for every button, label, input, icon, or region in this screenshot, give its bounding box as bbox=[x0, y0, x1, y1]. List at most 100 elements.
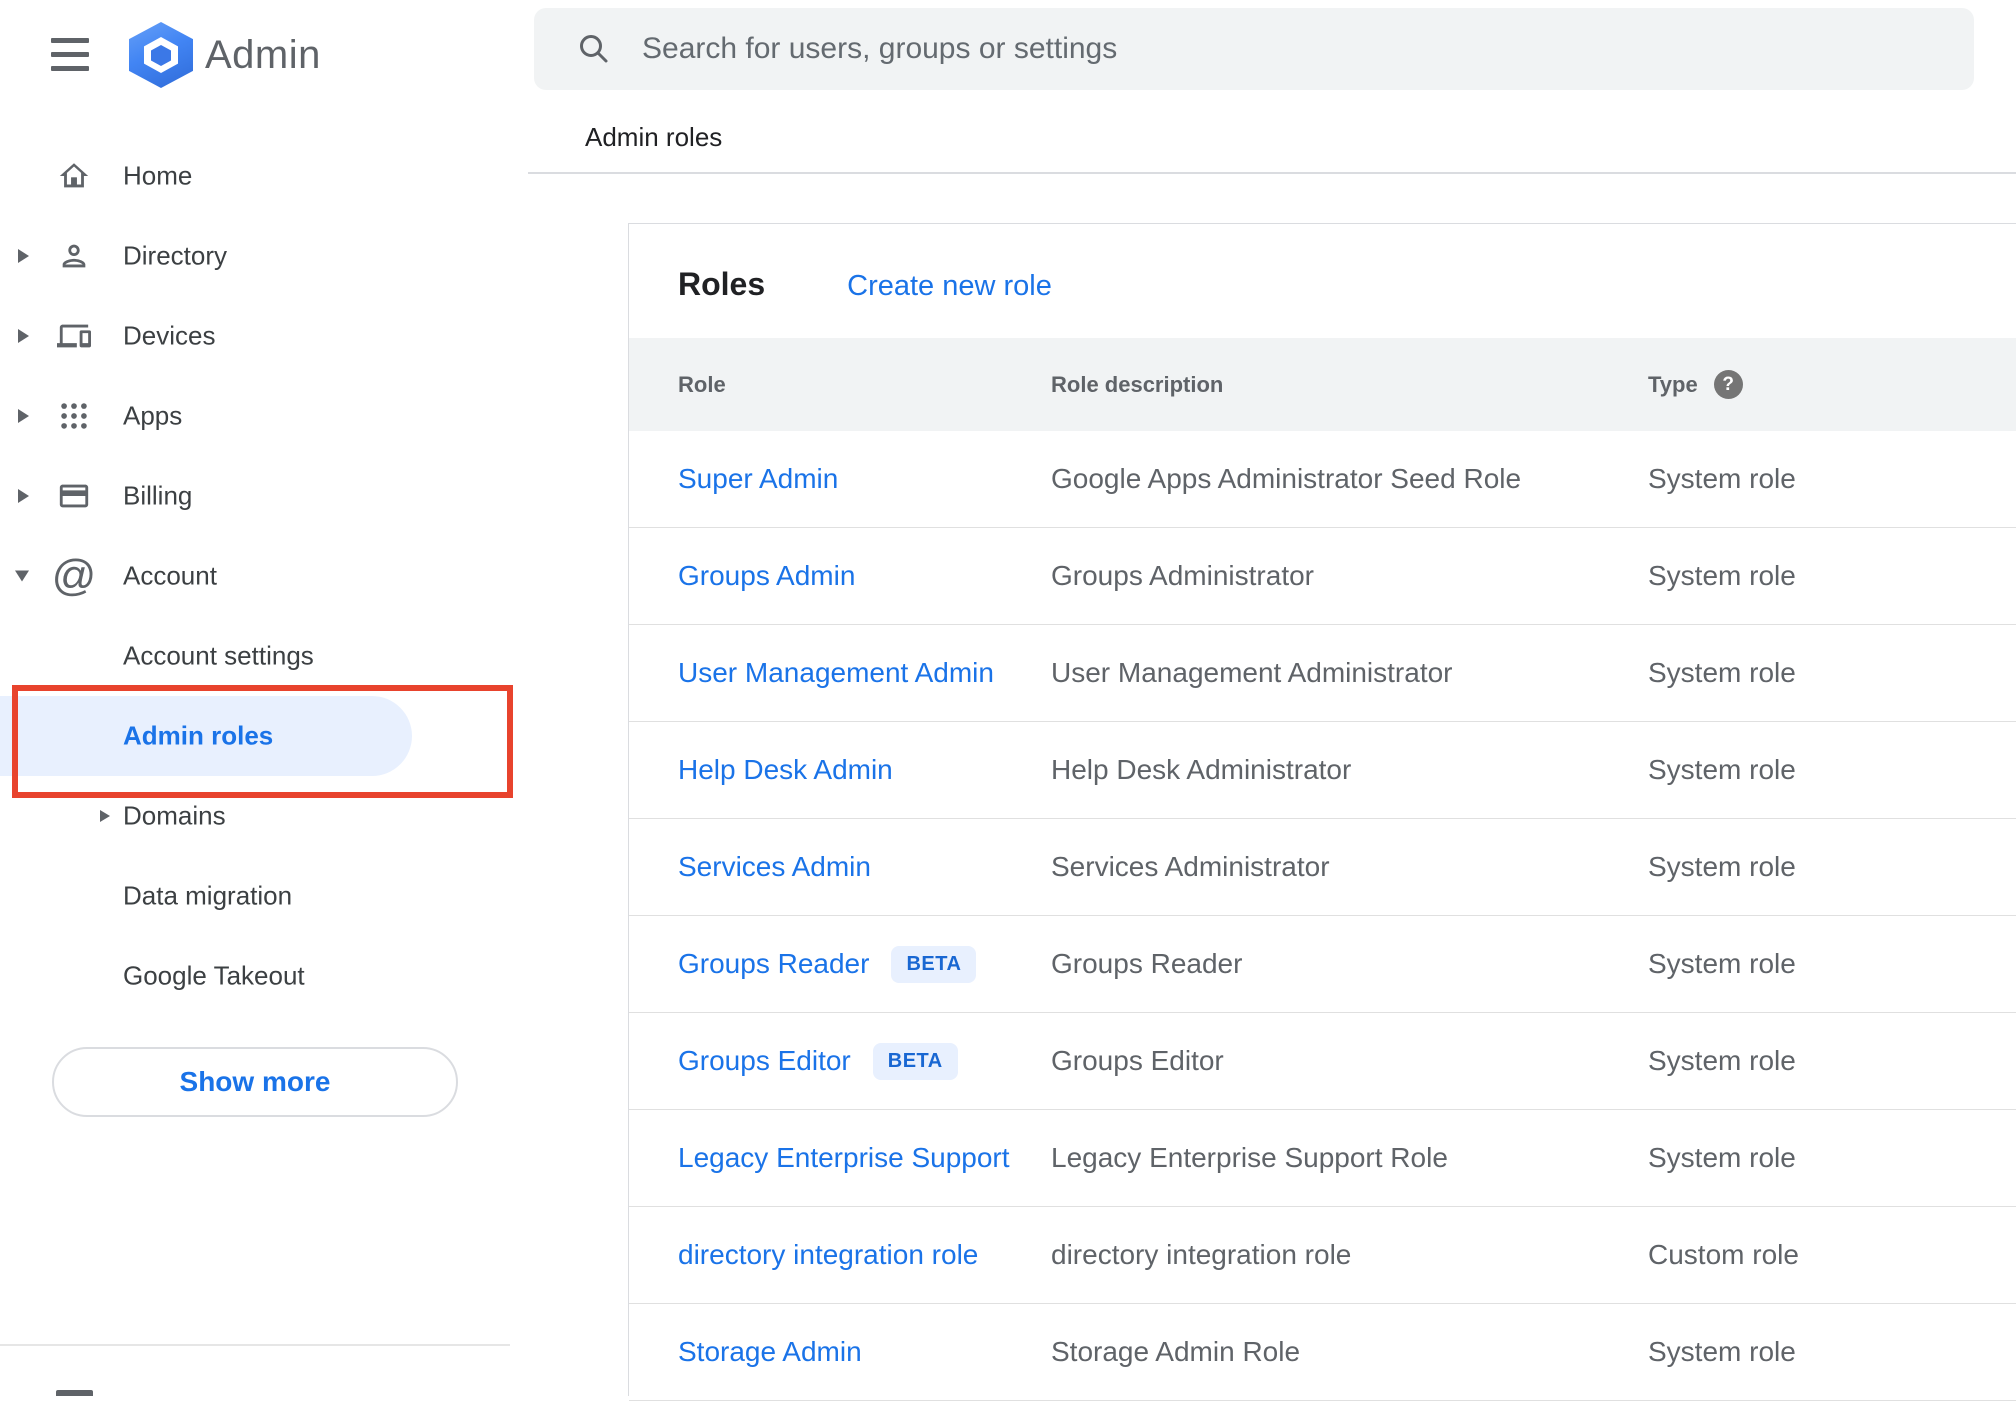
table-row: Groups Editor BETA Groups Editor System … bbox=[629, 1013, 2016, 1110]
role-type: System role bbox=[1648, 560, 1796, 591]
sidebar-item-billing[interactable]: Billing bbox=[0, 456, 528, 536]
clipped-sidebar-icon bbox=[56, 1390, 93, 1396]
sidebar-item-apps[interactable]: Apps bbox=[0, 376, 528, 456]
roles-table-body: Super Admin Google Apps Administrator Se… bbox=[629, 431, 2016, 1401]
collapse-arrow-icon[interactable] bbox=[15, 570, 29, 582]
apps-grid-icon bbox=[57, 399, 91, 433]
main-content: Admin roles Roles Create new role Role R… bbox=[528, 0, 2016, 1401]
role-type: System role bbox=[1648, 657, 1796, 688]
sidebar-item-label: Account bbox=[123, 560, 217, 591]
at-icon: @ bbox=[51, 551, 97, 600]
expand-arrow-icon[interactable] bbox=[18, 489, 29, 503]
card-header: Roles Create new role bbox=[629, 224, 2016, 338]
role-link[interactable]: Storage Admin bbox=[678, 1336, 862, 1368]
role-link[interactable]: User Management Admin bbox=[678, 657, 994, 689]
column-header-role: Role bbox=[678, 371, 726, 397]
sidebar-item-label: Billing bbox=[123, 480, 193, 511]
sidebar-item-label: Data migration bbox=[123, 880, 293, 911]
sidebar-nav: Home Directory Devices Apps Billing @ Ac… bbox=[0, 136, 528, 1016]
sidebar-item-directory[interactable]: Directory bbox=[0, 216, 528, 296]
sidebar-item-label: Apps bbox=[123, 400, 183, 431]
role-link[interactable]: Super Admin bbox=[678, 463, 838, 495]
header-divider bbox=[528, 172, 2016, 174]
table-row: Help Desk Admin Help Desk Administrator … bbox=[629, 722, 2016, 819]
table-row: directory integration role directory int… bbox=[629, 1207, 2016, 1304]
sidebar-item-account-settings[interactable]: Account settings bbox=[0, 616, 528, 696]
hamburger-menu-icon[interactable] bbox=[51, 38, 89, 71]
expand-arrow-icon[interactable] bbox=[18, 249, 29, 263]
sidebar-item-label: Home bbox=[123, 160, 193, 191]
sidebar-item-label: Account settings bbox=[123, 640, 314, 671]
search-bar[interactable] bbox=[534, 8, 1974, 90]
role-description: Google Apps Administrator Seed Role bbox=[1051, 463, 1522, 494]
sidebar-item-label: Google Takeout bbox=[123, 960, 305, 991]
role-type: System role bbox=[1648, 948, 1796, 979]
table-row: Legacy Enterprise Support Legacy Enterpr… bbox=[629, 1110, 2016, 1207]
create-new-role-link[interactable]: Create new role bbox=[847, 270, 1052, 303]
role-type: System role bbox=[1648, 1045, 1796, 1076]
sidebar-item-label: Devices bbox=[123, 320, 216, 351]
table-header-row: Role Role description Type ? bbox=[629, 338, 2016, 431]
devices-icon bbox=[57, 319, 91, 353]
sidebar-item-devices[interactable]: Devices bbox=[0, 296, 528, 376]
role-link[interactable]: Groups Reader bbox=[678, 948, 869, 980]
table-row: Groups Reader BETA Groups Reader System … bbox=[629, 916, 2016, 1013]
role-description: Help Desk Administrator bbox=[1051, 754, 1352, 785]
role-type: System role bbox=[1648, 1336, 1796, 1367]
person-icon bbox=[57, 239, 91, 273]
role-link[interactable]: Groups Admin bbox=[678, 560, 855, 592]
role-link[interactable]: Services Admin bbox=[678, 851, 871, 883]
sidebar-item-label: Domains bbox=[123, 800, 226, 831]
sidebar-item-home[interactable]: Home bbox=[0, 136, 528, 216]
role-type: System role bbox=[1648, 754, 1796, 785]
sidebar-item-label: Directory bbox=[123, 240, 228, 271]
beta-badge: BETA bbox=[872, 1042, 958, 1080]
expand-arrow-icon[interactable] bbox=[18, 329, 29, 343]
table-row: Groups Admin Groups Administrator System… bbox=[629, 528, 2016, 625]
table-row: Super Admin Google Apps Administrator Se… bbox=[629, 431, 2016, 528]
sidebar: Admin Home Directory Devices Apps Billin… bbox=[0, 0, 528, 1396]
role-type: Custom role bbox=[1648, 1239, 1799, 1270]
role-type: System role bbox=[1648, 463, 1796, 494]
role-description: Groups Reader bbox=[1051, 948, 1243, 979]
column-header-type: Type bbox=[1648, 371, 1698, 397]
role-description: Services Administrator bbox=[1051, 851, 1330, 882]
show-more-button[interactable]: Show more bbox=[52, 1047, 458, 1117]
sidebar-item-data-migration[interactable]: Data migration bbox=[0, 856, 528, 936]
page-title: Roles bbox=[678, 266, 766, 302]
table-row: Services Admin Services Administrator Sy… bbox=[629, 819, 2016, 916]
search-input[interactable] bbox=[642, 32, 1974, 66]
table-row: User Management Admin User Management Ad… bbox=[629, 625, 2016, 722]
roles-card: Roles Create new role Role Role descript… bbox=[628, 223, 2016, 1401]
sidebar-item-label: Admin roles bbox=[123, 720, 274, 751]
role-description: Groups Editor bbox=[1051, 1045, 1224, 1076]
sidebar-item-google-takeout[interactable]: Google Takeout bbox=[0, 936, 528, 1016]
admin-hexagon-icon bbox=[129, 22, 193, 88]
sidebar-bottom-divider bbox=[0, 1344, 510, 1346]
sidebar-item-account[interactable]: @ Account bbox=[0, 536, 528, 616]
role-type: System role bbox=[1648, 1142, 1796, 1173]
role-link[interactable]: Groups Editor bbox=[678, 1045, 851, 1077]
role-type: System role bbox=[1648, 851, 1796, 882]
search-icon bbox=[576, 31, 612, 67]
home-icon bbox=[57, 159, 91, 193]
beta-badge: BETA bbox=[891, 945, 977, 983]
role-description: User Management Administrator bbox=[1051, 657, 1453, 688]
role-description: directory integration role bbox=[1051, 1239, 1352, 1270]
column-header-description: Role description bbox=[1051, 371, 1224, 397]
expand-arrow-icon[interactable] bbox=[100, 810, 110, 822]
role-description: Legacy Enterprise Support Role bbox=[1051, 1142, 1448, 1173]
table-row: Storage Admin Storage Admin Role System … bbox=[629, 1304, 2016, 1401]
role-link[interactable]: Help Desk Admin bbox=[678, 754, 893, 786]
role-link[interactable]: directory integration role bbox=[678, 1239, 978, 1271]
expand-arrow-icon[interactable] bbox=[18, 409, 29, 423]
sidebar-item-admin-roles[interactable]: Admin roles bbox=[0, 696, 412, 776]
role-description: Groups Administrator bbox=[1051, 560, 1314, 591]
help-icon[interactable]: ? bbox=[1713, 370, 1743, 399]
role-description: Storage Admin Role bbox=[1051, 1336, 1301, 1367]
sidebar-item-domains[interactable]: Domains bbox=[0, 776, 528, 856]
google-admin-logo: Admin bbox=[129, 22, 321, 88]
billing-card-icon bbox=[57, 479, 91, 513]
breadcrumb: Admin roles bbox=[585, 122, 723, 152]
role-link[interactable]: Legacy Enterprise Support bbox=[678, 1142, 1010, 1174]
